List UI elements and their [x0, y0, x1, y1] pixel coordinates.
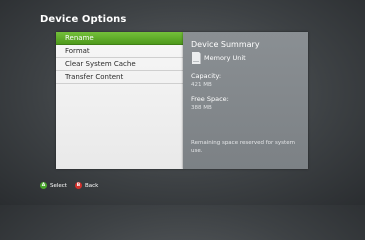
menu-item-rename[interactable]: Rename	[56, 32, 183, 45]
b-button-icon: B	[74, 182, 82, 189]
options-menu: Rename Format Clear System Cache Transfe…	[56, 32, 183, 169]
back-label: Back	[84, 182, 99, 189]
menu-item-clear-system-cache[interactable]: Clear System Cache	[56, 58, 183, 71]
capacity-label: Capacity:	[191, 72, 222, 80]
menu-item-transfer-content[interactable]: Transfer Content	[56, 71, 183, 84]
device-summary-panel: Device Summary Memory Unit Capacity: 421…	[183, 32, 308, 169]
back-hint[interactable]: B Back	[74, 182, 99, 189]
select-label: Select	[50, 182, 67, 189]
device-name: Memory Unit	[204, 54, 246, 62]
a-button-icon: A	[40, 182, 47, 189]
button-hints: A Select B Back	[40, 182, 106, 189]
select-hint[interactable]: A Select	[40, 182, 67, 189]
reserved-space-note: Remaining space reserved for system use.	[191, 140, 295, 154]
menu-item-format[interactable]: Format	[56, 45, 183, 58]
free-space-value: 388 MB	[191, 105, 212, 111]
page-title: Device Options	[40, 14, 127, 25]
free-space-label: Free Space:	[191, 95, 229, 103]
memory-unit-icon	[192, 52, 201, 64]
summary-title: Device Summary	[191, 40, 260, 49]
capacity-value: 421 MB	[191, 82, 212, 88]
